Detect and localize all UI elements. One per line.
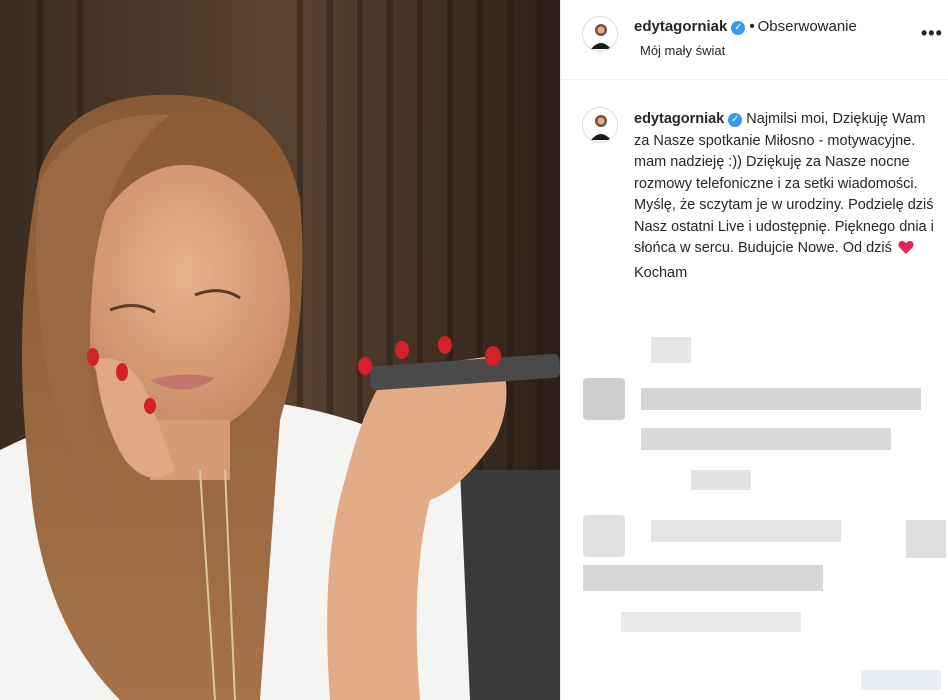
profile-photo-icon — [584, 18, 617, 51]
blurred-block — [651, 520, 841, 542]
separator-dot: • — [749, 18, 755, 35]
heart-icon — [898, 240, 914, 263]
post-image-illustration — [0, 0, 560, 700]
more-options-icon[interactable]: ••• — [921, 24, 943, 42]
blurred-block — [906, 520, 946, 558]
blurred-block — [621, 612, 801, 632]
username-link[interactable]: edytagorniak — [634, 18, 727, 35]
blurred-block — [641, 388, 921, 410]
verified-badge-icon: ✓ — [731, 21, 746, 35]
post-author: edytagorniak ✓ • Obserwowanie — [634, 18, 857, 35]
blurred-block — [651, 337, 691, 363]
post-details-panel: edytagorniak ✓ • Obserwowanie Mój mały świa… — [560, 0, 948, 700]
blurred-block — [641, 428, 891, 450]
blurred-block — [691, 470, 751, 490]
profile-photo-icon — [584, 109, 617, 142]
caption-username-link[interactable]: edytagorniak — [634, 111, 724, 127]
location-link[interactable]: Mój mały świat — [640, 43, 725, 58]
blurred-block — [583, 565, 823, 591]
post-image[interactable] — [0, 0, 560, 700]
blurred-avatar — [583, 378, 625, 420]
avatar[interactable] — [582, 16, 618, 52]
blurred-avatar — [583, 515, 625, 557]
post-header: edytagorniak ✓ • Obserwowanie Mój mały świa… — [561, 0, 948, 80]
caption-text: Najmilsi moi, Dziękuję Wam za Nasze spot… — [634, 111, 934, 256]
caption-text-end: Kocham — [634, 264, 688, 281]
following-button[interactable]: Obserwowanie — [758, 18, 857, 35]
verified-badge-icon: ✓ — [728, 113, 743, 127]
post-caption: edytagorniak ✓ Najmilsi moi, Dziękuję Wam… — [634, 109, 934, 284]
blurred-block — [861, 670, 941, 690]
caption-avatar[interactable] — [582, 107, 618, 143]
